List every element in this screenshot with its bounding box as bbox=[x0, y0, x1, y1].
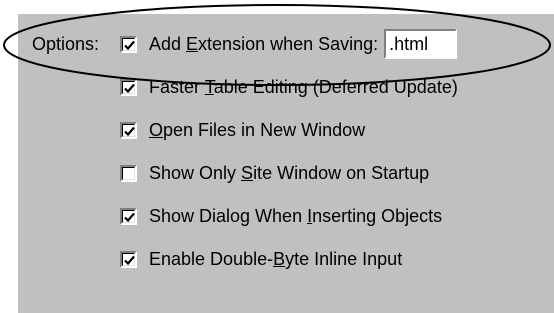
ellipse-highlight bbox=[3, 4, 551, 86]
